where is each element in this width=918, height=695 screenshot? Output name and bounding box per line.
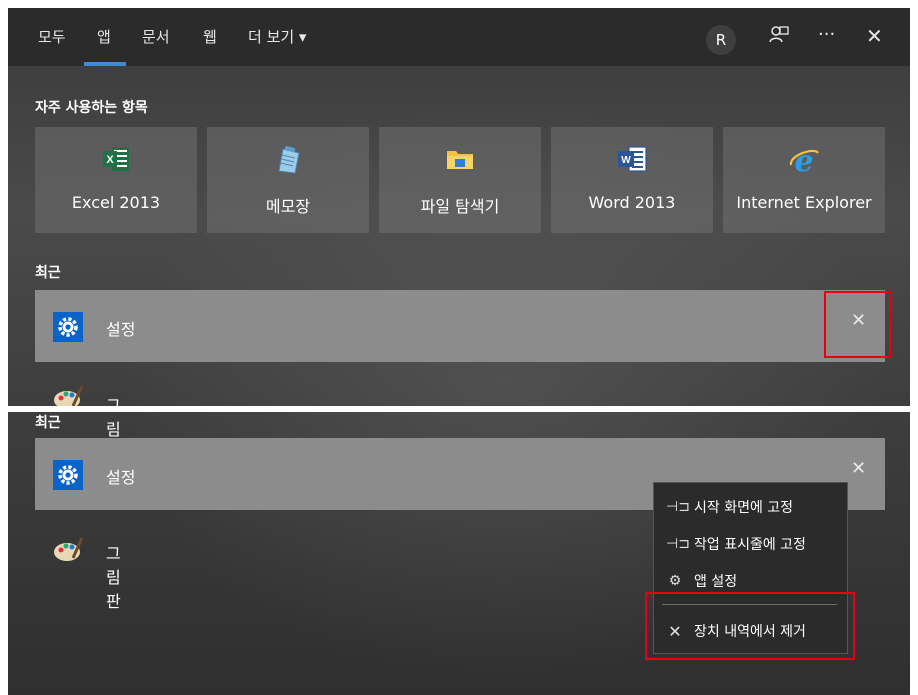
svg-text:e: e bbox=[794, 145, 813, 177]
settings-icon bbox=[53, 460, 83, 490]
menu-item-label: 시작 화면에 고정 bbox=[694, 500, 794, 516]
tile-label: 파일 탐색기 bbox=[420, 197, 500, 216]
more-options-icon[interactable]: ··· bbox=[818, 24, 835, 45]
highlight-box bbox=[645, 592, 855, 660]
gear-icon: ⚙ bbox=[668, 573, 682, 589]
notepad-icon bbox=[273, 145, 303, 175]
tab-apps[interactable]: 앱 bbox=[97, 26, 111, 47]
recent-item-label: 설정 bbox=[106, 468, 136, 487]
recent-section-title: 최근 bbox=[35, 415, 61, 431]
word-icon: W bbox=[616, 145, 648, 175]
tile-word[interactable]: W Word 2013 bbox=[551, 127, 713, 233]
remove-icon[interactable]: ✕ bbox=[851, 458, 866, 479]
avatar[interactable]: R bbox=[706, 25, 736, 55]
tile-notepad[interactable]: 메모장 bbox=[207, 127, 369, 233]
pin-icon: ⊣⊐ bbox=[666, 536, 690, 552]
recent-section-title: 최근 bbox=[35, 265, 61, 281]
search-panel: 모두 앱 문서 웹 더 보기 ▾ R ··· ✕ 자주 사용하는 항목 X Ex… bbox=[8, 8, 910, 695]
tile-label: 메모장 bbox=[265, 197, 311, 216]
top-bar: 모두 앱 문서 웹 더 보기 ▾ R ··· ✕ bbox=[8, 8, 910, 66]
file-explorer-icon bbox=[444, 145, 476, 175]
internet-explorer-icon: e bbox=[787, 144, 821, 179]
tile-label: Word 2013 bbox=[588, 193, 676, 212]
recent-item-label: 설정 bbox=[106, 320, 136, 339]
tile-excel[interactable]: X Excel 2013 bbox=[35, 127, 197, 233]
feedback-icon[interactable] bbox=[768, 24, 790, 51]
tile-internet-explorer[interactable]: e Internet Explorer bbox=[723, 127, 885, 233]
menu-item-pin-taskbar[interactable]: ⊣⊐ 작업 표시줄에 고정 bbox=[666, 532, 806, 556]
tab-all[interactable]: 모두 bbox=[38, 26, 66, 47]
tile-file-explorer[interactable]: 파일 탐색기 bbox=[379, 127, 541, 233]
pin-icon: ⊣⊐ bbox=[666, 499, 690, 515]
recent-item-label: 그림판 bbox=[106, 544, 121, 611]
paint-icon bbox=[53, 536, 84, 566]
active-tab-indicator bbox=[84, 62, 126, 66]
svg-text:X: X bbox=[106, 154, 114, 166]
tab-more[interactable]: 더 보기 ▾ bbox=[248, 26, 306, 47]
excel-icon: X bbox=[101, 145, 131, 175]
tab-web[interactable]: 웹 bbox=[203, 26, 217, 47]
svg-text:W: W bbox=[621, 155, 631, 166]
highlight-box bbox=[824, 291, 891, 358]
tab-documents[interactable]: 문서 bbox=[142, 26, 170, 47]
tile-label: Internet Explorer bbox=[736, 193, 872, 212]
menu-item-app-settings[interactable]: ⚙ 앱 설정 bbox=[666, 569, 737, 593]
menu-item-pin-start[interactable]: ⊣⊐ 시작 화면에 고정 bbox=[666, 495, 793, 519]
menu-item-label: 앱 설정 bbox=[694, 574, 738, 590]
close-icon[interactable]: ✕ bbox=[866, 24, 883, 48]
screenshot-divider bbox=[8, 406, 910, 412]
menu-item-label: 작업 표시줄에 고정 bbox=[694, 537, 806, 553]
frequent-section-title: 자주 사용하는 항목 bbox=[35, 100, 148, 116]
recent-item-settings[interactable]: 설정 ✕ bbox=[35, 290, 885, 362]
settings-icon bbox=[53, 312, 83, 342]
tile-label: Excel 2013 bbox=[71, 193, 161, 212]
